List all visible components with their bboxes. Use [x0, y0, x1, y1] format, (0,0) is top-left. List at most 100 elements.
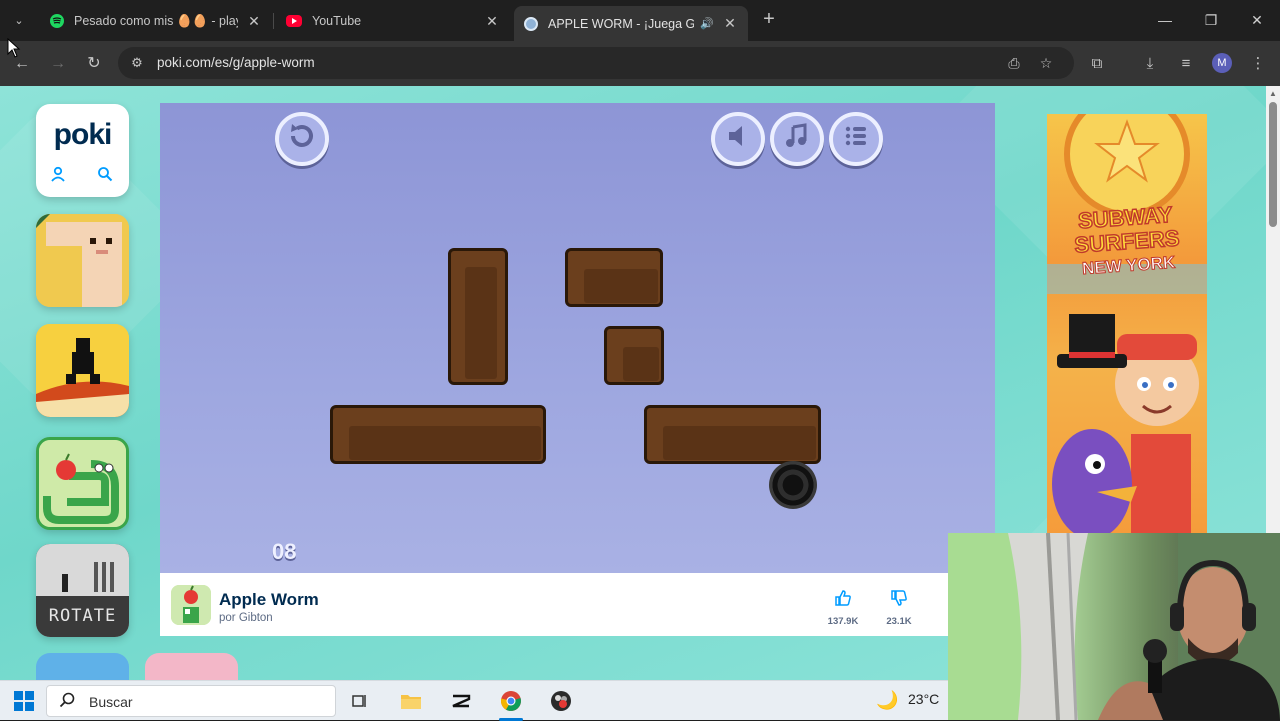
rotate-game-tile[interactable]: ROTATE	[36, 544, 129, 637]
exit-portal	[769, 461, 817, 509]
apple-worm-art	[39, 440, 126, 527]
plus-icon: +	[763, 8, 775, 30]
menu-kebab-icon[interactable]: ⋮	[1246, 52, 1270, 76]
minimize-button[interactable]: —	[1150, 8, 1180, 32]
install-app-icon[interactable]: ⎙	[1005, 54, 1023, 72]
tab-youtube[interactable]: YouTube ✕	[276, 6, 510, 36]
speaker-icon	[725, 123, 751, 156]
tab-title: APPLE WORM - ¡Juega Grat	[548, 16, 695, 31]
minimize-icon: —	[1158, 12, 1172, 28]
dirt-block	[604, 326, 664, 385]
restore-icon: ❐	[1204, 12, 1218, 28]
arrow-right-icon: →	[50, 55, 66, 72]
task-view-icon	[352, 695, 366, 707]
chrome-button[interactable]	[499, 689, 523, 713]
bookmark-star-icon[interactable]: ☆	[1037, 54, 1055, 72]
address-bar[interactable]: ⚙ poki.com/es/g/apple-worm ⎙ ☆	[118, 47, 1074, 79]
webcam-feed	[948, 533, 1280, 720]
youtube-icon	[286, 15, 302, 27]
game-author[interactable]: por Gibton	[219, 612, 273, 624]
moon-weather-icon[interactable]: 🌙	[876, 690, 898, 711]
close-tab-icon[interactable]: ✕	[246, 13, 262, 30]
scrollbar-thumb[interactable]	[1269, 102, 1277, 227]
tab-title: YouTube	[312, 14, 362, 28]
file-explorer-button[interactable]	[399, 689, 423, 713]
dirt-block	[565, 248, 663, 307]
weather-temperature[interactable]: 23°C	[908, 691, 939, 707]
tab-title: Pesado como mis 🥚🥚 - playli	[74, 13, 238, 28]
dark-runner-tile[interactable]	[36, 324, 129, 417]
dirt-block	[644, 405, 821, 464]
ad-artwork	[1047, 114, 1207, 534]
dislike-count: 23.1K	[886, 616, 912, 627]
poki-favicon	[524, 16, 538, 31]
music-button[interactable]	[770, 112, 824, 166]
taskbar-search[interactable]: Buscar	[46, 685, 336, 717]
mouse-cursor-icon	[7, 38, 21, 58]
extensions-icon[interactable]: ⧉	[1085, 52, 1109, 76]
ad-title: SUBWAY SURFERS NEW YORK	[1073, 201, 1181, 279]
new-tab-button[interactable]: +	[758, 9, 780, 31]
search-icon[interactable]	[97, 166, 113, 186]
taskbar-search-placeholder: Buscar	[89, 694, 133, 710]
menu-button[interactable]	[829, 112, 883, 166]
apple-worm-tile[interactable]	[36, 437, 129, 530]
task-view-button[interactable]	[348, 689, 372, 713]
poki-logo-tile[interactable]: poki	[36, 104, 129, 197]
tab-search-button[interactable]: ⌄	[8, 9, 30, 31]
speaker-icon[interactable]: 🔊	[700, 17, 714, 30]
chrome-icon	[500, 691, 521, 711]
dirt-block	[330, 405, 546, 464]
like-count: 137.9K	[827, 616, 859, 627]
dirt-block	[448, 248, 508, 385]
partial-game-tile[interactable]	[36, 653, 129, 680]
close-tab-icon[interactable]: ✕	[722, 15, 738, 32]
level-number: 08	[272, 539, 297, 564]
obs-icon	[551, 691, 571, 711]
browser-toolbar: ← → ↻ ⚙ poki.com/es/g/apple-worm ⎙ ☆ ⧉ ⤓…	[0, 41, 1280, 86]
download-icon[interactable]: ⤓	[1138, 52, 1162, 76]
chevron-down-icon: ⌄	[14, 14, 24, 27]
apple-worm-thumbnail	[171, 585, 211, 625]
game-canvas[interactable]: 08	[160, 103, 995, 573]
rotate-tile-label: ROTATE	[48, 606, 117, 626]
game-info-bar: Apple Worm por Gibton 137.9K 23.1K	[160, 573, 950, 636]
site-info-icon[interactable]: ⚙	[128, 54, 146, 72]
snake-game-tile[interactable]	[36, 214, 129, 307]
tab-strip: ⌄ Pesado como mis 🥚🥚 - playli ✕ YouTube …	[0, 0, 1280, 41]
restore-button[interactable]: ❐	[1196, 8, 1226, 32]
reload-button[interactable]: ↻	[82, 52, 106, 76]
game-title: Apple Worm	[219, 590, 319, 609]
capcut-icon	[452, 694, 471, 708]
webcam-overlay	[948, 533, 1280, 720]
close-window-button[interactable]: ✕	[1242, 8, 1272, 32]
scroll-up-icon[interactable]: ▲	[1269, 90, 1277, 98]
reload-icon: ↻	[87, 55, 101, 72]
sound-button[interactable]	[711, 112, 765, 166]
restart-button[interactable]	[275, 112, 329, 166]
poki-logo[interactable]: poki	[36, 118, 129, 152]
profile-avatar[interactable]: M	[1212, 53, 1232, 73]
user-icon[interactable]	[50, 166, 66, 186]
partial-game-tile[interactable]	[145, 653, 238, 680]
windows-logo-icon	[14, 691, 34, 711]
restart-icon	[287, 121, 317, 158]
windows-start-button[interactable]	[14, 691, 34, 711]
capcut-button[interactable]	[449, 689, 473, 713]
windows-taskbar: Buscar 🌙 23°C	[0, 680, 948, 721]
tab-apple-worm[interactable]: APPLE WORM - ¡Juega Grat 🔊 ✕	[514, 6, 748, 41]
tab-spotify[interactable]: Pesado como mis 🥚🥚 - playli ✕	[40, 6, 272, 36]
close-icon: ✕	[1251, 12, 1263, 28]
dark-runner-art	[36, 324, 129, 417]
media-control-icon[interactable]: ≡	[1174, 52, 1198, 76]
subway-surfers-ad[interactable]: SUBWAY SURFERS NEW YORK	[1047, 114, 1207, 534]
music-note-icon	[784, 122, 810, 156]
forward-button[interactable]: →	[46, 52, 70, 76]
search-icon	[59, 692, 75, 713]
like-button[interactable]: 137.9K	[823, 589, 863, 627]
close-tab-icon[interactable]: ✕	[484, 13, 500, 30]
tab-separator	[273, 13, 274, 29]
obs-button[interactable]	[549, 689, 573, 713]
thumbs-down-icon	[879, 589, 919, 612]
dislike-button[interactable]: 23.1K	[879, 589, 919, 627]
